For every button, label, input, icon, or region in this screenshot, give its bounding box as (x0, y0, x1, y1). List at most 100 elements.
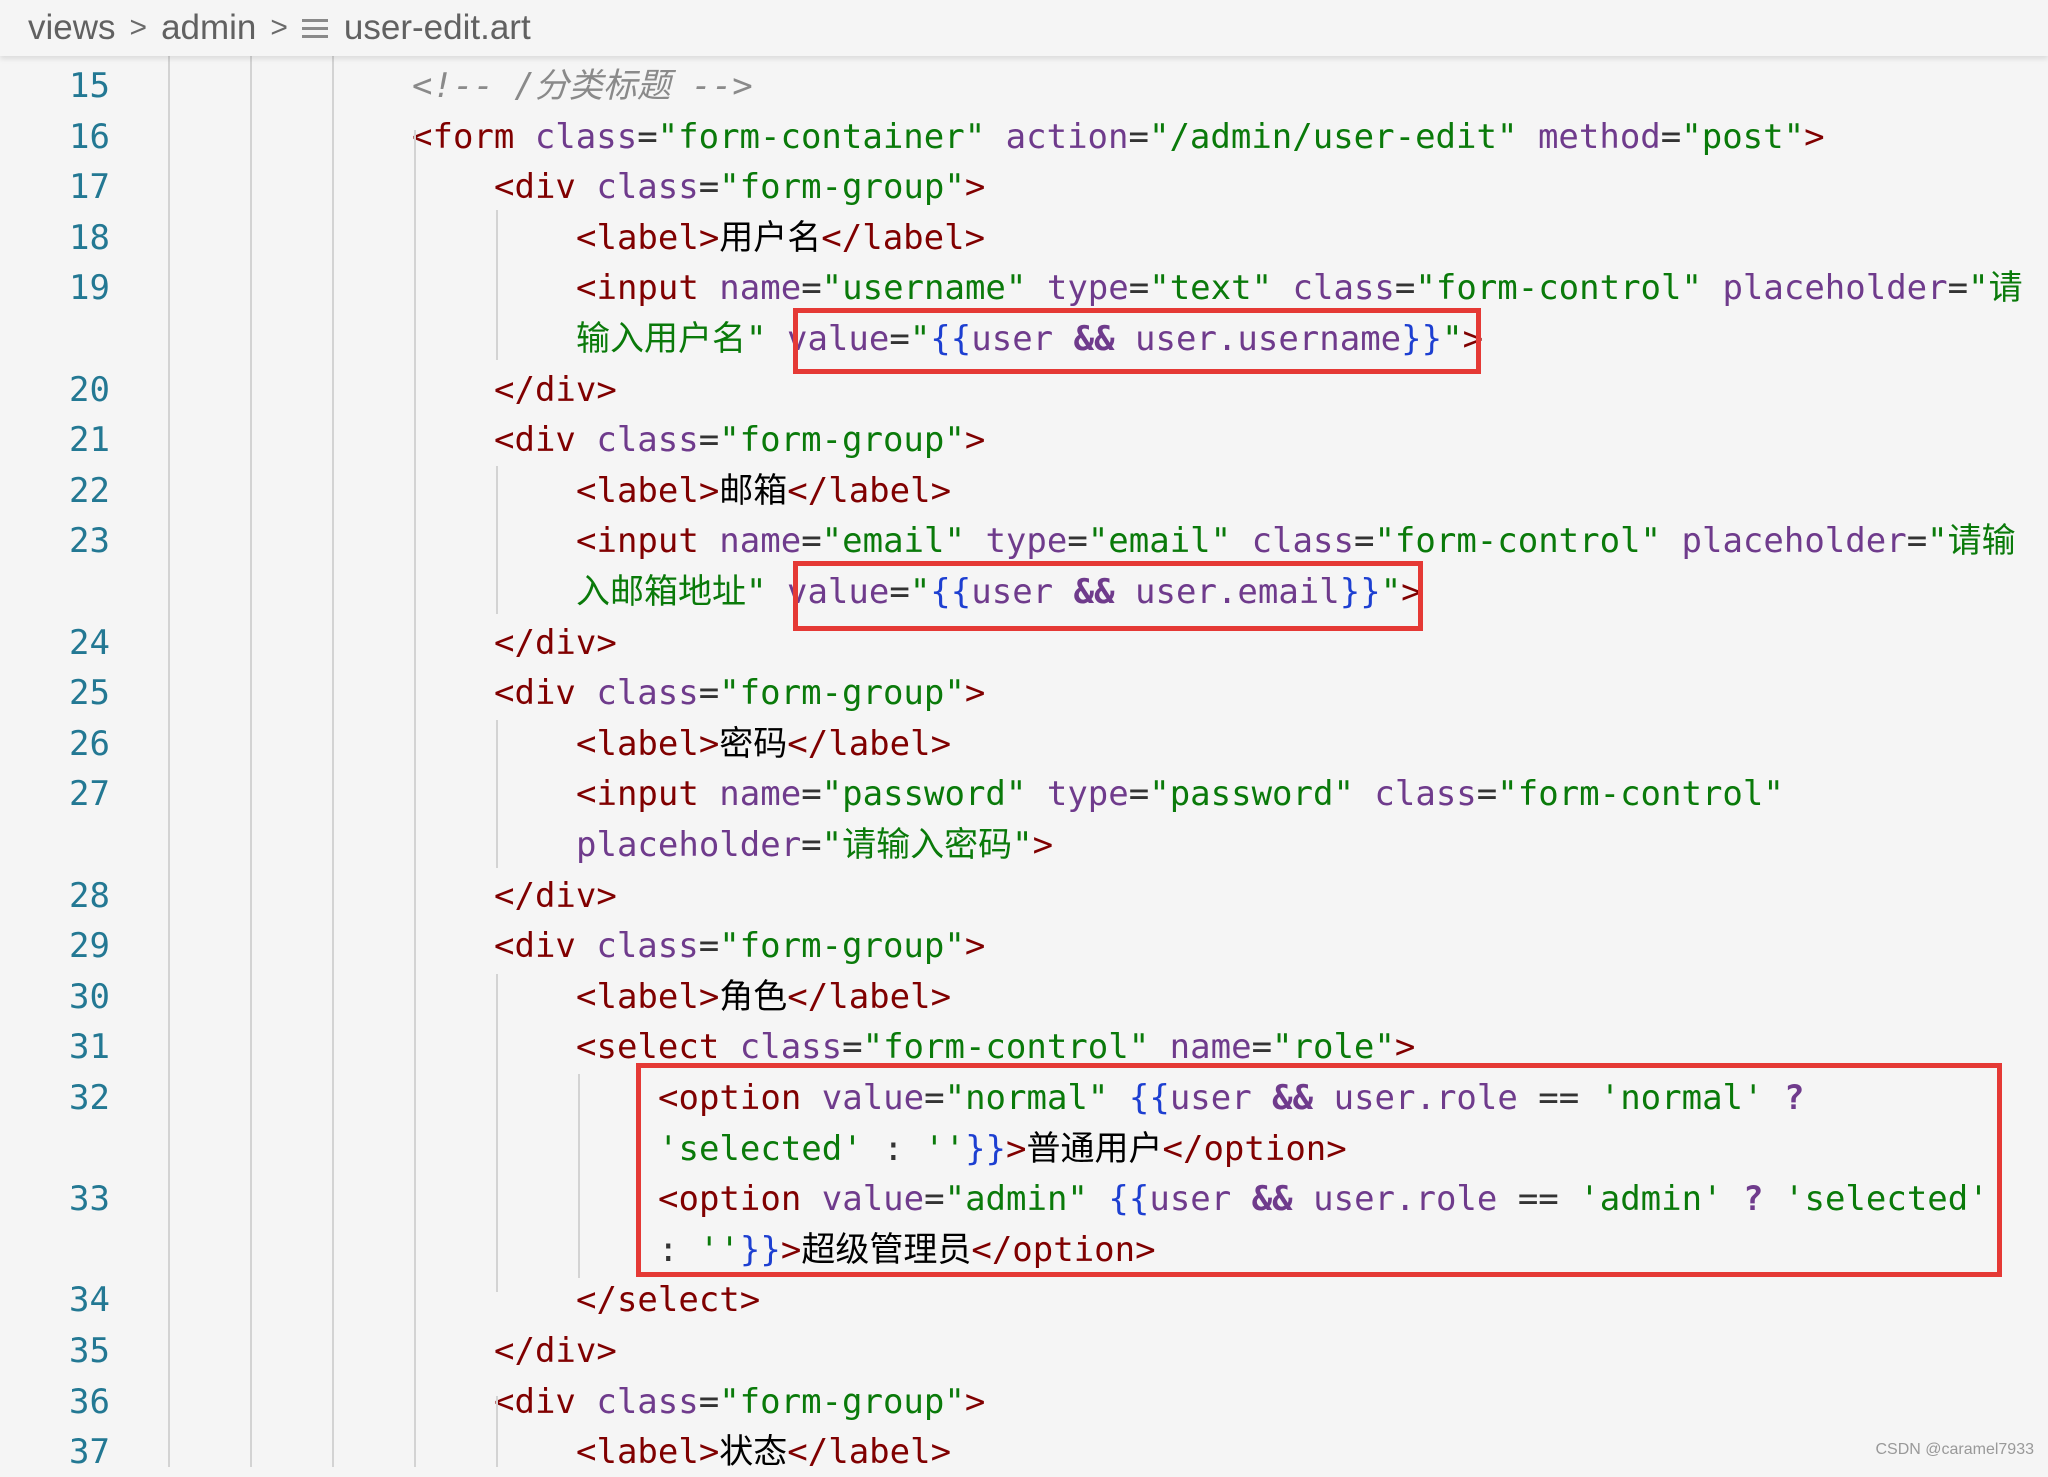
code-token: 状态 (719, 1432, 788, 1472)
code-token: <label> (576, 218, 720, 258)
code-token: = (698, 420, 720, 460)
code-line[interactable]: </div> (494, 871, 617, 921)
code-token: = (1251, 1027, 1273, 1067)
code-token: = (801, 774, 822, 814)
code-token: name (719, 268, 802, 308)
code-token: = (1128, 268, 1150, 308)
code-line[interactable]: </div> (494, 365, 617, 415)
code-line[interactable]: <label>密码</label> (576, 719, 951, 769)
code-token: = (698, 926, 720, 966)
watermark: CSDN @caramel7933 (1875, 1441, 2034, 1458)
code-token: > (1804, 117, 1825, 157)
code-line[interactable]: <input name="username" type="text" class… (576, 263, 2023, 313)
code-line[interactable]: <div class="form-group"> (494, 1377, 985, 1427)
code-line[interactable]: </select> (576, 1275, 760, 1325)
code-token: 邮箱 (719, 471, 788, 511)
line-number (0, 1225, 110, 1275)
line-number: 27 (69, 774, 110, 814)
line-number: 16 (69, 117, 110, 157)
code-line[interactable]: <label>状态</label> (576, 1427, 951, 1477)
breadcrumb-item-admin[interactable]: admin (161, 8, 256, 48)
code-line[interactable]: <div class="form-group"> (494, 921, 985, 971)
breadcrumb-item-file[interactable]: user-edit.art (344, 8, 531, 48)
code-line[interactable]: </div> (494, 618, 617, 668)
code-line[interactable]: <label>邮箱</label> (576, 466, 951, 516)
code-token: class (1374, 774, 1477, 814)
code-token: = (1660, 117, 1682, 157)
code-token: <div (494, 167, 597, 207)
highlight-box-email (793, 561, 1423, 631)
highlight-box-role-options (636, 1063, 2002, 1277)
line-number: 35 (69, 1331, 110, 1371)
code-line[interactable]: <div class="form-group"> (494, 668, 985, 718)
code-token: "email" (1087, 521, 1232, 561)
code-token: 密码 (719, 724, 788, 764)
code-token: 用户名 (719, 218, 822, 258)
code-line[interactable]: <label>角色</label> (576, 972, 951, 1022)
breadcrumb: views > admin > user-edit.art (0, 0, 2048, 56)
code-token: placeholder (576, 825, 802, 865)
code-token: type (1046, 268, 1129, 308)
code-token: </div> (494, 1331, 617, 1371)
code-token: "form-group" (719, 420, 965, 460)
code-token: "/admin/user-edit" (1148, 117, 1518, 157)
code-token: action (1005, 117, 1129, 157)
line-number: 23 (69, 521, 110, 561)
code-token: "请输 (1927, 521, 2016, 561)
code-token: > (964, 420, 986, 460)
code-line[interactable]: <!-- /分类标题 --> (412, 61, 753, 111)
code-token: "form-control" (1374, 521, 1662, 561)
code-line[interactable]: <form class="form-container" action="/ad… (412, 112, 1825, 162)
code-token: </div> (494, 370, 617, 410)
code-token: = (1476, 774, 1498, 814)
code-token: > (964, 926, 986, 966)
code-token: name (1169, 1027, 1252, 1067)
code-token: "form-group" (719, 926, 965, 966)
code-token: class (596, 420, 699, 460)
line-number: 34 (69, 1280, 110, 1320)
code-token: = (801, 268, 822, 308)
code-line[interactable]: <div class="form-group"> (494, 415, 985, 465)
code-token: <select (576, 1027, 740, 1067)
code-token: = (1067, 521, 1088, 561)
line-number (0, 820, 110, 870)
code-line[interactable]: <input name="password" type="password" c… (576, 769, 1784, 819)
code-token: </div> (494, 623, 617, 663)
line-number: 20 (69, 370, 110, 410)
code-token: "username" (821, 268, 1027, 308)
code-token: "email" (821, 521, 965, 561)
code-line[interactable]: </div> (494, 1326, 617, 1376)
code-line[interactable]: <input name="email" type="email" class="… (576, 516, 2016, 566)
code-line[interactable]: <div class="form-group"> (494, 162, 985, 212)
code-token: = (1128, 774, 1150, 814)
indent-guide (250, 56, 252, 1467)
code-token: "请输入密码" (821, 825, 1033, 865)
line-number (0, 1124, 110, 1174)
code-token: 入邮箱地址" (576, 572, 767, 612)
breadcrumb-item-views[interactable]: views (28, 8, 116, 48)
code-token: "password" (1149, 774, 1354, 814)
code-token: <label> (576, 471, 720, 511)
chevron-right-icon: > (129, 11, 148, 44)
line-number: 18 (69, 218, 110, 258)
code-token: <div (494, 673, 597, 713)
chevron-right-icon: > (270, 11, 288, 44)
code-token: name (719, 774, 802, 814)
code-token: "form-control" (1415, 268, 1702, 308)
indent-guide (168, 56, 170, 1467)
code-token: 输入用户名" (576, 319, 767, 359)
code-line[interactable]: <label>用户名</label> (576, 213, 985, 263)
code-token: placeholder (1681, 521, 1907, 561)
line-number: 30 (69, 977, 110, 1017)
indent-guide (496, 720, 498, 868)
code-token: <input (576, 268, 720, 308)
line-number: 15 (69, 66, 110, 106)
code-token: type (1046, 774, 1129, 814)
code-token: = (698, 1382, 720, 1422)
code-line[interactable]: placeholder="请输入密码"> (576, 820, 1053, 870)
